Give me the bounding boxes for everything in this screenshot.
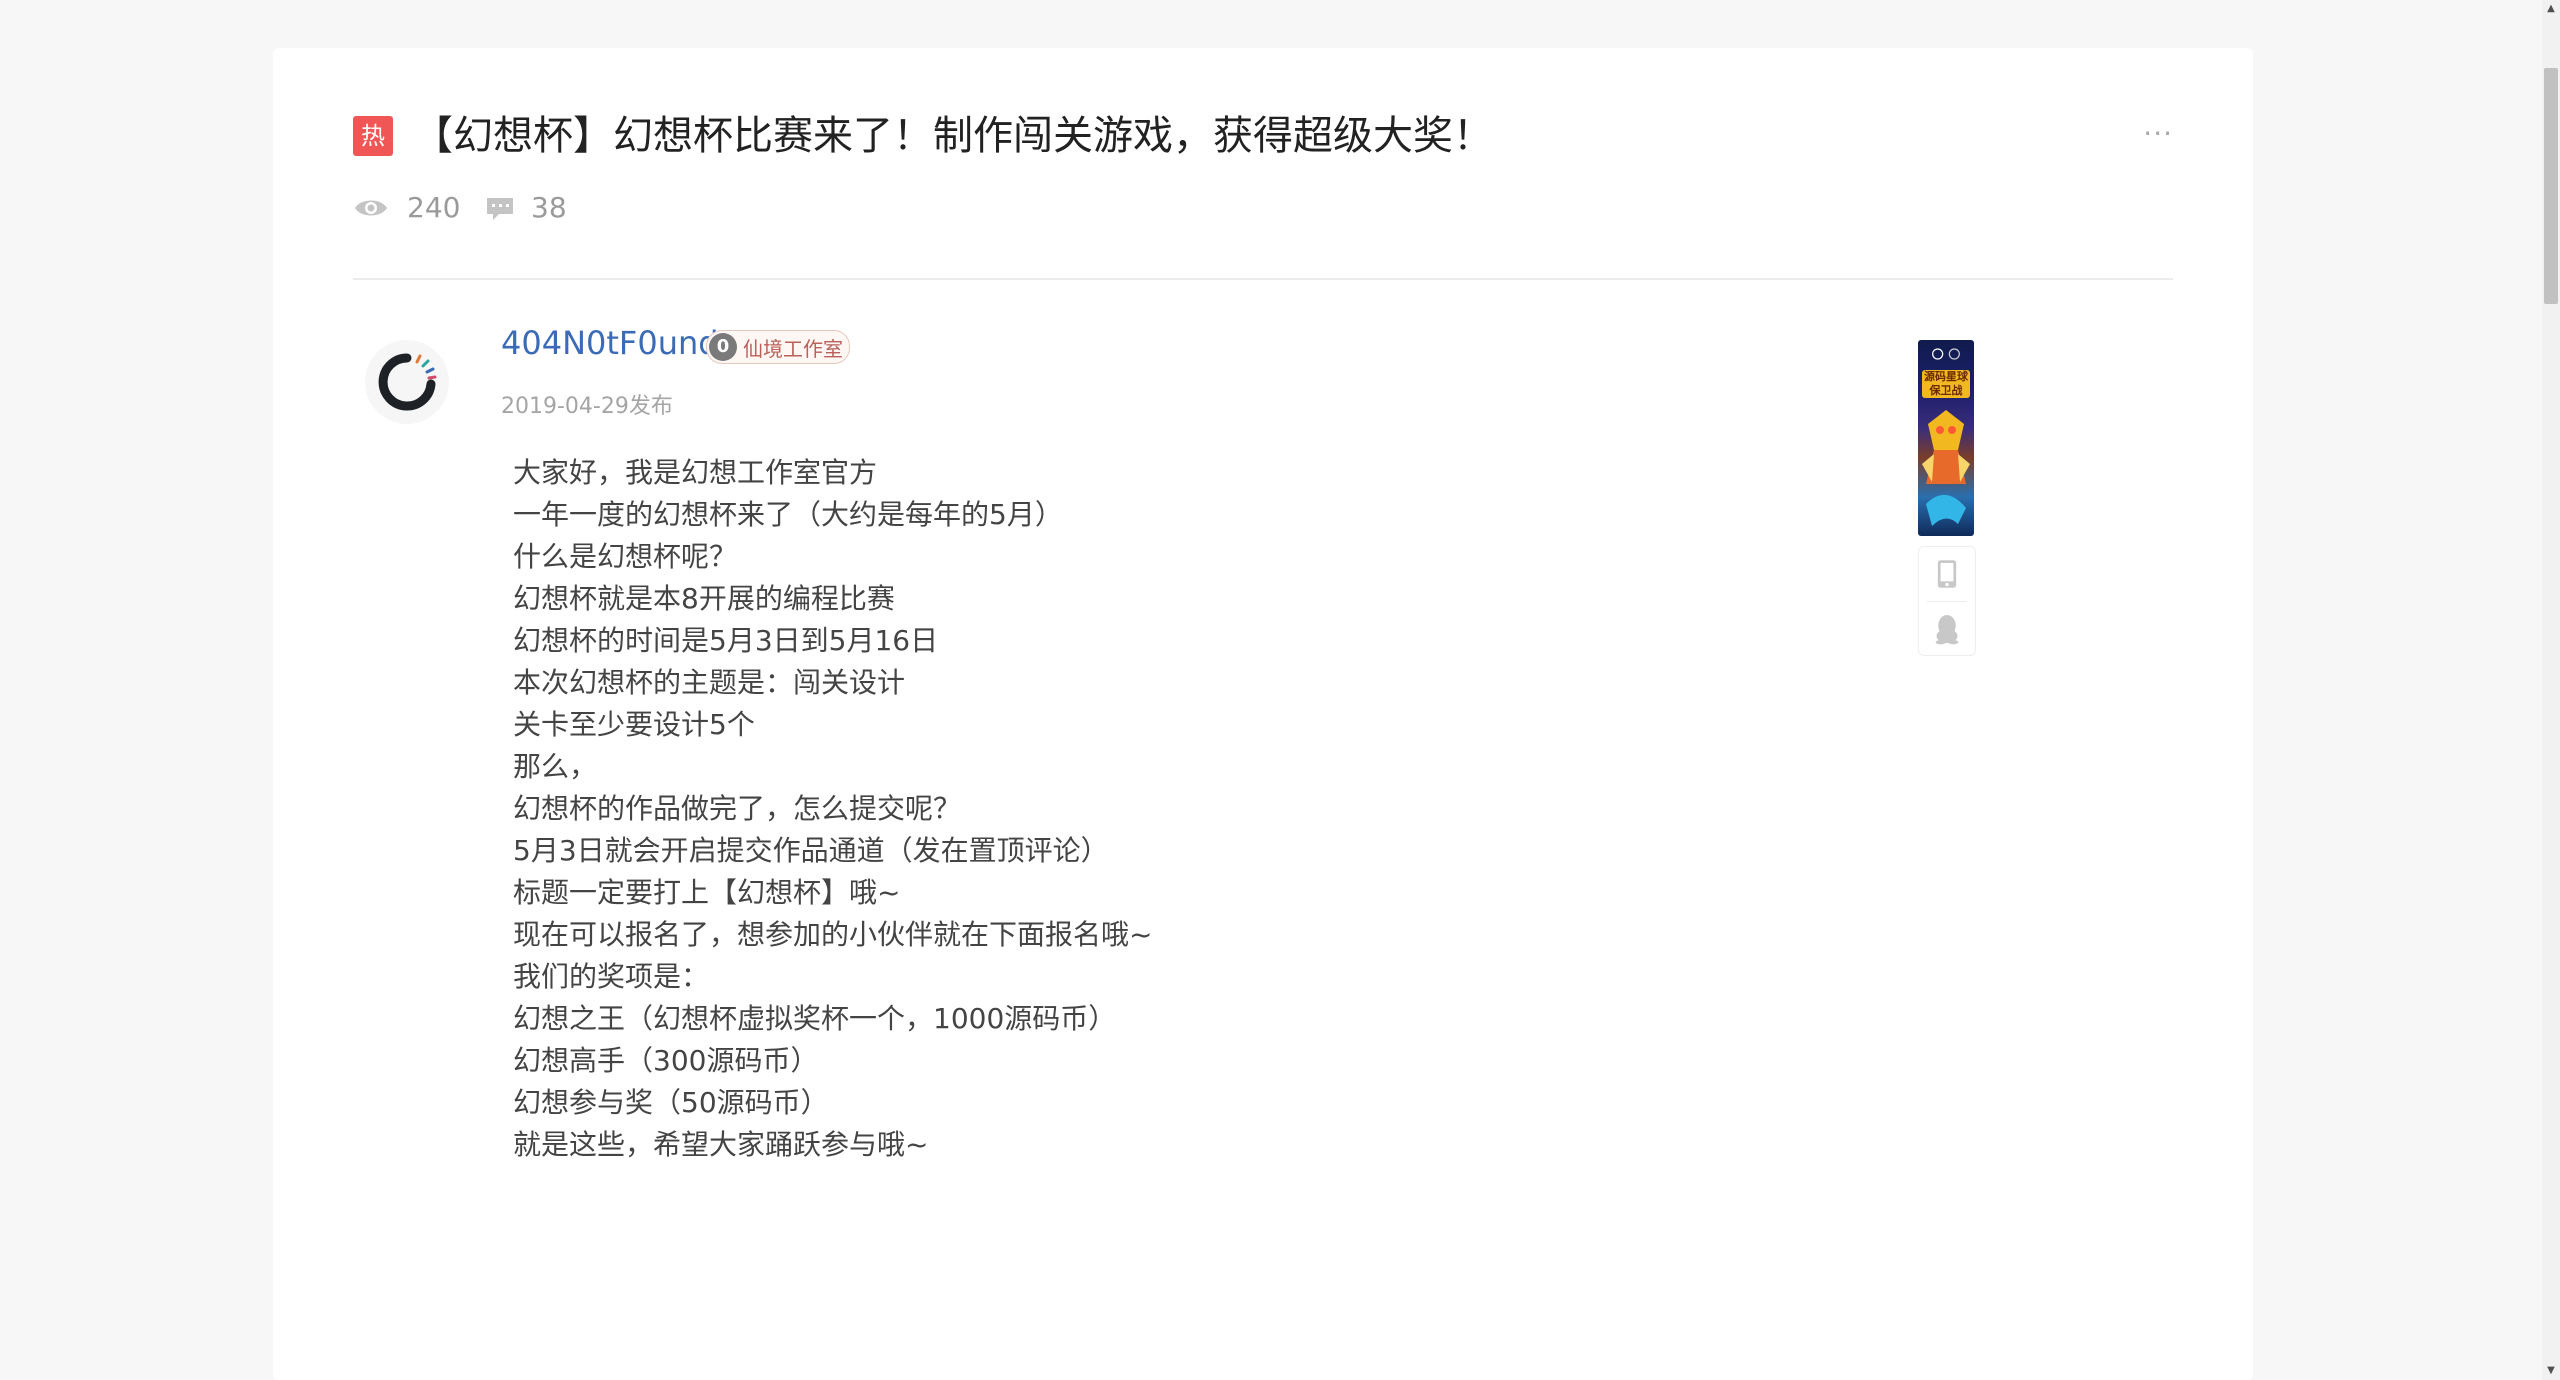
hot-badge: 热: [353, 116, 393, 156]
body-line: 一年一度的幻想杯来了（大约是每年的5月）: [513, 498, 1063, 531]
body-line: 标题一定要打上【幻想杯】哦~: [513, 876, 901, 909]
game-ad-banner[interactable]: 源码星球 保卫战: [1918, 340, 1974, 536]
body-line: 幻想参与奖（50源码币）: [513, 1086, 829, 1119]
comment-count-value: 38: [531, 191, 567, 224]
publish-date: 2019-04-29发布: [501, 394, 673, 419]
body-line: 幻想杯就是本8开展的编程比赛: [513, 582, 895, 615]
author-name[interactable]: 404N0tF0und: [501, 324, 719, 362]
post-card: 热 【幻想杯】幻想杯比赛来了！制作闯关游戏，获得超级大奖！ ··· 240 38: [273, 48, 2253, 1380]
body-line: 关卡至少要设计5个: [513, 708, 755, 741]
qq-icon: [1935, 615, 1959, 645]
float-tools: [1918, 546, 1976, 656]
post-body: 大家好，我是幻想工作室官方 一年一度的幻想杯来了（大约是每年的5月） 什么是幻想…: [513, 452, 1152, 1166]
author-avatar[interactable]: [365, 340, 449, 424]
comment-icon: [487, 198, 513, 220]
comment-count: 38: [483, 188, 567, 228]
body-line: 幻想杯的作品做完了，怎么提交呢？: [513, 792, 962, 825]
divider: [353, 278, 2173, 280]
qq-contact-button[interactable]: [1919, 602, 1975, 656]
body-line: 大家好，我是幻想工作室官方: [513, 456, 878, 489]
team-name: 仙境工作室: [743, 336, 843, 361]
body-line: 现在可以报名了，想参加的小伙伴就在下面报名哦~: [513, 918, 1153, 951]
author-badge: 0 仙境工作室: [706, 330, 850, 364]
scroll-thumb[interactable]: [2544, 68, 2558, 304]
body-line: 幻想杯的时间是5月3日到5月16日: [513, 624, 939, 657]
body-line: 我们的奖项是：: [513, 960, 710, 993]
body-line: 什么是幻想杯呢？: [513, 540, 738, 573]
body-line: 幻想之王（幻想杯虚拟奖杯一个，1000源码币）: [513, 1002, 1117, 1035]
app-download-button[interactable]: [1919, 547, 1975, 601]
page-scrollbar[interactable]: ▲ ▼: [2542, 0, 2560, 1380]
body-line: 5月3日就会开启提交作品通道（发在置顶评论）: [513, 834, 1109, 867]
phone-icon: [1937, 560, 1957, 588]
ad-title: 源码星球 保卫战: [1922, 370, 1970, 398]
body-line: 本次幻想杯的主题是：闯关设计: [513, 666, 906, 699]
view-count: 240: [353, 188, 460, 228]
eye-icon: [355, 200, 387, 216]
more-options-button[interactable]: ···: [2137, 120, 2173, 148]
view-count-value: 240: [407, 191, 461, 224]
body-line: 那么，: [513, 750, 598, 783]
post-title: 【幻想杯】幻想杯比赛来了！制作闯关游戏，获得超级大奖！: [413, 113, 1493, 159]
robot-character-icon: [1922, 410, 1970, 526]
scroll-up-arrow-icon[interactable]: ▲: [2542, 0, 2560, 18]
ad-logo-icon: [1932, 348, 1960, 360]
level-badge: 0: [709, 333, 737, 361]
body-line: 幻想高手（300源码币）: [513, 1044, 819, 1077]
scroll-down-arrow-icon[interactable]: ▼: [2542, 1362, 2560, 1380]
title-row: 热 【幻想杯】幻想杯比赛来了！制作闯关游戏，获得超级大奖！ ···: [353, 113, 2173, 164]
body-line: 就是这些，希望大家踊跃参与哦~: [513, 1128, 929, 1161]
